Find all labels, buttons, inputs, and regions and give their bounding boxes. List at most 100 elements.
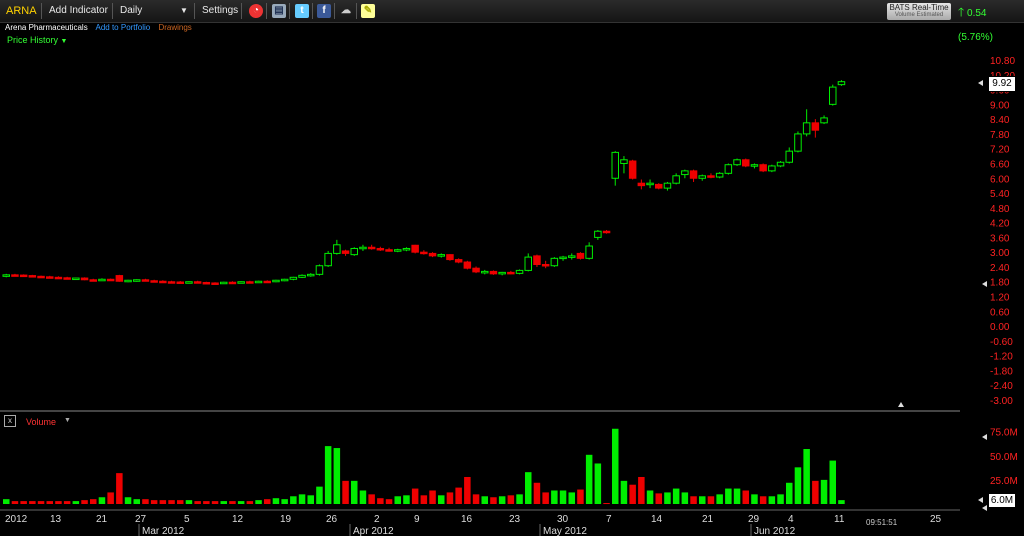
volume-bar: [777, 494, 784, 504]
chart-canvas: 10.8010.209.609.008.407.807.206.606.005.…: [0, 56, 1018, 536]
volume-bar: [124, 497, 132, 504]
price-tick-label: 3.00: [990, 248, 1010, 259]
volume-bar: [150, 500, 158, 504]
time-tick-label: 12: [232, 514, 244, 525]
volume-bar: [177, 500, 184, 504]
price-tick-label: 7.20: [990, 145, 1010, 156]
volume-bar: [759, 496, 767, 504]
candle: [742, 159, 750, 167]
price-tick-label: 6.00: [990, 174, 1010, 185]
candle: [324, 252, 332, 267]
candle: [820, 117, 828, 124]
time-tick-label: 14: [651, 514, 663, 525]
volume-bar: [142, 499, 149, 504]
candle: [489, 270, 498, 275]
volume-bar: [429, 490, 436, 504]
candle: [750, 164, 759, 167]
volume-pointer-icon: [978, 497, 983, 503]
volume-bar: [403, 495, 410, 504]
volume-bar: [838, 500, 845, 504]
candle: [611, 151, 619, 179]
candle: [46, 276, 54, 279]
volume-label[interactable]: Volume: [26, 417, 56, 427]
volume-bar: [620, 480, 628, 504]
candle: [776, 161, 785, 167]
candle: [637, 182, 646, 187]
chevron-down-icon[interactable]: ▼: [64, 417, 71, 424]
time-tick-label: 30: [557, 514, 569, 525]
volume-bar: [472, 494, 480, 504]
volume-bar: [333, 448, 341, 504]
time-tick-label: 5: [184, 514, 190, 525]
candle: [211, 282, 219, 285]
volume-bar: [525, 472, 532, 504]
candle: [594, 230, 602, 238]
volume-bar: [185, 500, 193, 504]
volume-bar: [733, 488, 741, 504]
candle: [802, 122, 811, 135]
volume-bar: [829, 460, 836, 504]
candle: [98, 278, 106, 282]
price-tick-label: 0.60: [990, 307, 1010, 318]
volume-bar: [812, 480, 819, 504]
candle: [585, 245, 593, 259]
candle: [541, 263, 550, 267]
volume-bar: [55, 501, 62, 504]
volume-bar: [577, 489, 584, 504]
price-tick-label: -1.20: [990, 352, 1013, 363]
candle: [63, 277, 71, 280]
price-tick-label: -1.80: [990, 366, 1013, 377]
volume-bar: [203, 501, 210, 504]
volume-bar: [603, 503, 610, 505]
candle: [472, 267, 480, 273]
volume-bar: [638, 476, 645, 504]
candle: [707, 175, 715, 178]
volume-bar: [29, 501, 36, 504]
candle: [550, 257, 559, 267]
candle: [715, 172, 724, 178]
volume-bar: [72, 501, 80, 504]
candle: [411, 244, 419, 253]
candle: [681, 170, 689, 176]
volume-bar: [290, 496, 297, 504]
time-tick-label: 19: [280, 514, 292, 525]
volume-bar: [533, 482, 541, 504]
close-icon[interactable]: x: [4, 415, 16, 427]
last-volume-tag: 6.0M: [988, 493, 1016, 508]
price-tick-label: 10.80: [990, 56, 1015, 67]
volume-bar: [324, 446, 332, 504]
candle: [237, 281, 245, 284]
price-tick-label: 1.20: [990, 293, 1010, 304]
volume-bar: [725, 488, 732, 504]
volume-bar: [316, 486, 323, 504]
volume-bar: [498, 496, 506, 504]
candle: [576, 252, 585, 259]
volume-bar: [464, 476, 471, 504]
candle: [124, 279, 132, 283]
price-tick-label: 7.80: [990, 130, 1010, 141]
candle: [54, 276, 63, 280]
time-tick-label: 2: [374, 514, 380, 525]
candle: [428, 252, 437, 257]
scroll-up-icon[interactable]: [898, 402, 904, 407]
volume-bar: [90, 499, 97, 504]
volume-bar: [820, 479, 828, 504]
price-tick-label: 6.60: [990, 159, 1010, 170]
time-tick-label: 29: [748, 514, 760, 525]
volume-bar: [507, 495, 515, 504]
candle: [150, 280, 158, 283]
volume-bar: [264, 499, 271, 504]
candle: [80, 277, 89, 281]
candle: [228, 281, 237, 285]
candle: [263, 280, 271, 284]
volume-bar: [63, 501, 71, 504]
candle: [498, 271, 506, 275]
volume-bar: [411, 488, 419, 504]
volume-bar: [3, 499, 10, 504]
candle: [315, 265, 324, 275]
candle: [385, 249, 393, 252]
volume-bar: [751, 494, 758, 504]
volume-bar: [255, 500, 262, 504]
candle: [394, 249, 402, 252]
time-tick-label: 25: [930, 514, 942, 525]
